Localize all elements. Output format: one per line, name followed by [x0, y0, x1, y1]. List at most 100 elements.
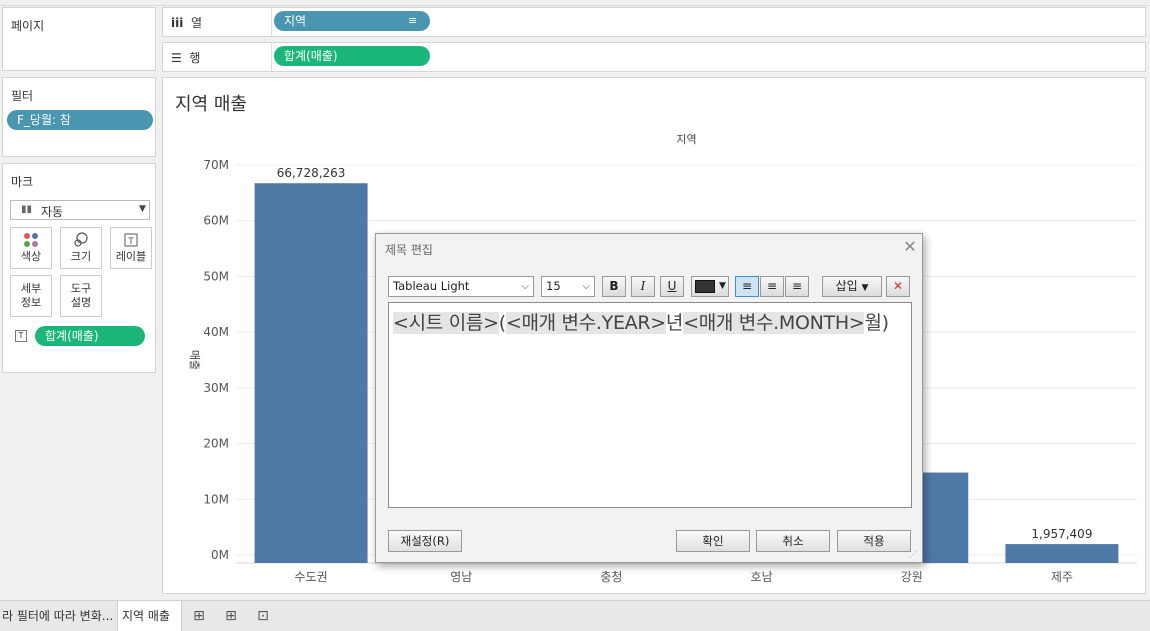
underline-button[interactable]: U [660, 276, 684, 297]
chevron-down-icon: ⌵ [582, 281, 590, 292]
align-right-icon: ≡ [791, 279, 803, 293]
insert-label: 삽입 [835, 279, 858, 293]
chevron-down-icon: ▼ [861, 283, 869, 293]
insert-button[interactable]: 삽입 ▼ [822, 276, 882, 297]
cancel-button[interactable]: 취소 [756, 530, 830, 552]
top-strip [0, 0, 1150, 6]
y-axis-label: 매출 [188, 350, 201, 370]
size-icon [61, 232, 101, 250]
label-label: 레이블 [115, 250, 147, 263]
size-label: 크기 [70, 250, 92, 263]
y-tick-label: 30M [203, 381, 229, 395]
filters-title: 필터 [11, 89, 34, 103]
bar [1005, 544, 1119, 563]
edit-title-dialog[interactable]: 제목 편집 ✕ Tableau Light ⌵ 15 ⌵ B I U ▼ ≡ ≡… [375, 233, 923, 563]
font-family-select[interactable]: Tableau Light ⌵ [388, 276, 534, 297]
apply-button[interactable]: 적용 [837, 530, 911, 552]
x-tick-label: 제주 [1051, 570, 1073, 584]
mark-type-select[interactable]: ▮▮ 자동 ▼ [10, 200, 150, 220]
reset-button[interactable]: 재설정(R) [388, 530, 462, 552]
label-icon: T [111, 232, 151, 250]
font-size-select[interactable]: 15 ⌵ [541, 276, 595, 297]
text-fragment[interactable]: 년 [666, 312, 683, 334]
y-tick-label: 10M [203, 492, 229, 506]
label-button[interactable]: T 레이블 [110, 227, 152, 269]
columns-label: iii 열 [171, 16, 203, 30]
title-text[interactable]: <시트 이름>(<매개 변수.YEAR>년<매개 변수.MONTH>월) [393, 308, 889, 335]
pages-title: 페이지 [11, 19, 45, 33]
tab-sheet-1[interactable]: 라 필터에 따라 변화... [0, 601, 114, 631]
marks-field-pill[interactable]: 합계(매출) [35, 326, 145, 346]
close-icon[interactable]: ✕ [901, 238, 919, 256]
text-fragment[interactable]: 월) [864, 312, 889, 334]
tab-sheet-2[interactable]: 지역 매출 [117, 601, 182, 631]
rows-shelf[interactable]: ☰ 행 합계(매출) [162, 42, 1146, 72]
text-fragment[interactable]: ( [499, 312, 506, 334]
italic-button[interactable]: I [631, 276, 655, 297]
filters-panel[interactable]: 필터 F_당월: 참 [2, 77, 156, 157]
data-label: 66,728,263 [277, 166, 346, 180]
chevron-down-icon: ⌵ [521, 281, 529, 292]
x-tick-label: 영남 [450, 570, 472, 584]
bar [254, 183, 368, 563]
new-worksheet-icon[interactable]: ⊞ [189, 607, 209, 625]
chart-title: 지역 매출 [175, 94, 247, 115]
y-tick-label: 70M [203, 158, 229, 172]
columns-pill[interactable]: 지역 ≡ [274, 11, 430, 31]
chevron-down-icon: ▼ [719, 281, 726, 291]
y-tick-label: 40M [203, 325, 229, 339]
align-left-icon: ≡ [741, 279, 753, 293]
align-center-icon: ≡ [766, 279, 778, 293]
columns-shelf[interactable]: iii 열 지역 ≡ [162, 7, 1146, 37]
x-header-label: 지역 [676, 133, 696, 146]
color-icon [11, 232, 51, 250]
sheet-tab-bar[interactable]: 라 필터에 따라 변화... 지역 매출 ⊞ ⊞ ⊡ [0, 600, 1150, 631]
year-param-token[interactable]: <매개 변수.YEAR> [505, 312, 666, 334]
chevron-down-icon: ▼ [139, 204, 146, 214]
detail-button[interactable]: 세부 정보 [10, 275, 52, 317]
ok-button[interactable]: 확인 [676, 530, 750, 552]
new-dashboard-icon[interactable]: ⊞ [221, 607, 241, 625]
align-center-button[interactable]: ≡ [760, 276, 784, 297]
title-editor[interactable]: <시트 이름>(<매개 변수.YEAR>년<매개 변수.MONTH>월) [388, 302, 912, 508]
month-param-token[interactable]: <매개 변수.MONTH> [683, 312, 865, 334]
clear-icon[interactable]: ✕ [886, 276, 910, 297]
data-label: 1,957,409 [1031, 527, 1092, 541]
filter-pill[interactable]: F_당월: 참 [7, 110, 153, 130]
font-color-button[interactable]: ▼ [691, 276, 729, 297]
columns-icon: iii [171, 16, 184, 30]
color-button[interactable]: 색상 [10, 227, 52, 269]
align-left-button[interactable]: ≡ [735, 276, 759, 297]
font-family-value: Tableau Light [393, 279, 470, 293]
x-tick-label: 강원 [901, 570, 923, 584]
text-mark-icon: T [15, 330, 27, 342]
svg-text:T: T [127, 237, 134, 247]
y-tick-label: 20M [203, 437, 229, 451]
shelf-divider [271, 8, 272, 36]
mark-type-value: 자동 [41, 205, 64, 219]
tooltip-button[interactable]: 도구 설명 [60, 275, 102, 317]
marks-panel[interactable]: 마크 ▮▮ 자동 ▼ 색상 크기 T 레이블 세부 정보 도구 설명 T 합계(… [2, 163, 156, 373]
align-right-button[interactable]: ≡ [785, 276, 809, 297]
resize-grip-icon[interactable]: ⋰ [909, 550, 917, 559]
rows-label: ☰ 행 [171, 51, 201, 65]
y-tick-label: 50M [203, 269, 229, 283]
sheet-name-token[interactable]: <시트 이름> [393, 312, 499, 334]
bold-button[interactable]: B [602, 276, 626, 297]
new-story-icon[interactable]: ⊡ [253, 607, 273, 625]
x-tick-label: 충청 [600, 570, 622, 584]
color-swatch [695, 280, 715, 293]
bar-chart-icon: ▮▮ [21, 204, 33, 215]
pages-panel[interactable]: 페이지 [2, 7, 156, 71]
shelf-divider [271, 43, 272, 71]
rows-pill[interactable]: 합계(매출) [274, 46, 430, 66]
marks-title: 마크 [11, 175, 34, 189]
sort-icon[interactable]: ≡ [408, 11, 417, 31]
rows-icon: ☰ [171, 51, 182, 65]
y-tick-label: 60M [203, 214, 229, 228]
y-tick-label: 0M [211, 548, 229, 562]
dialog-title: 제목 편집 [385, 243, 433, 257]
x-tick-label: 호남 [751, 570, 773, 584]
x-tick-label: 수도권 [295, 570, 328, 584]
size-button[interactable]: 크기 [60, 227, 102, 269]
